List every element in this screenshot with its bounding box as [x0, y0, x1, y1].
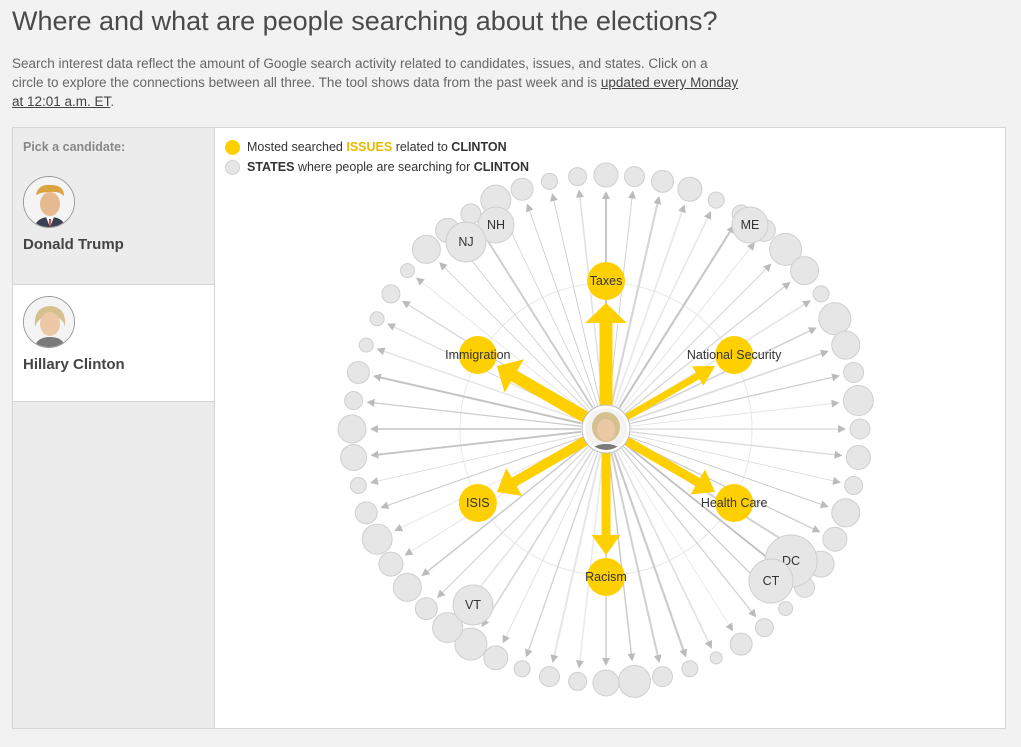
state-circle[interactable] — [842, 385, 874, 417]
state-circle[interactable] — [790, 256, 820, 286]
issue-arrow — [622, 436, 716, 495]
state-circle[interactable] — [652, 666, 674, 688]
state-circle[interactable] — [411, 234, 441, 264]
state-circle[interactable] — [568, 671, 588, 691]
issue-arrow — [591, 451, 621, 555]
state-circle[interactable] — [349, 477, 367, 495]
state-circle[interactable] — [344, 391, 364, 411]
state-circle[interactable] — [707, 191, 725, 209]
state-circle[interactable] — [538, 666, 560, 688]
state-arrow — [366, 398, 582, 427]
explorer-panel: Pick a candidate: Donald Trump Hillary C… — [12, 127, 1006, 729]
state-circle[interactable] — [778, 601, 794, 617]
state-circle[interactable] — [540, 172, 558, 190]
state-arrow — [439, 262, 589, 412]
state-circle[interactable] — [843, 361, 865, 383]
state-arrow — [630, 431, 843, 459]
state-circle[interactable] — [358, 337, 374, 353]
issue-label: Racism — [585, 570, 627, 584]
state-arrow — [630, 399, 840, 427]
state-arrow — [550, 453, 602, 663]
state-circle[interactable] — [381, 284, 401, 304]
state-circle[interactable] — [831, 330, 861, 360]
state-circle[interactable] — [568, 167, 588, 187]
state-arrow — [618, 224, 735, 409]
state-arrow — [618, 449, 734, 632]
issue-label: Immigration — [445, 348, 510, 362]
state-circle[interactable] — [378, 551, 404, 577]
state-circle[interactable] — [822, 526, 848, 552]
state-circle[interactable] — [617, 664, 651, 698]
state-circle[interactable] — [812, 285, 830, 303]
state-label: CT — [763, 574, 780, 588]
state-circle[interactable] — [460, 203, 482, 225]
state-circle[interactable] — [414, 597, 438, 621]
state-circle[interactable] — [844, 476, 864, 496]
state-circle[interactable] — [623, 166, 645, 188]
state-label: NJ — [458, 235, 473, 249]
page-title: Where and what are people searching abou… — [12, 6, 718, 36]
state-circle[interactable] — [510, 177, 534, 201]
state-circle[interactable] — [831, 498, 861, 528]
issue-label: ISIS — [466, 496, 490, 510]
issue-label: Taxes — [590, 274, 623, 288]
state-label: VT — [465, 598, 481, 612]
state-label: NH — [487, 218, 505, 232]
state-circle[interactable] — [369, 311, 385, 327]
issue-label: National Security — [687, 348, 782, 362]
issue-arrow — [623, 366, 716, 421]
state-arrow — [608, 453, 636, 662]
state-circle[interactable] — [729, 632, 753, 656]
state-circle[interactable] — [849, 418, 871, 440]
state-circle[interactable] — [593, 162, 619, 188]
state-circle[interactable] — [337, 414, 367, 444]
issue-arrow — [585, 303, 627, 407]
state-circle[interactable] — [399, 263, 415, 279]
state-circle[interactable] — [354, 501, 378, 525]
state-circle[interactable] — [361, 523, 393, 555]
state-arrow — [370, 430, 582, 459]
issue-label: Health Care — [701, 496, 768, 510]
state-arrow — [623, 263, 772, 412]
state-arrow — [481, 449, 594, 628]
state-circle[interactable] — [340, 443, 368, 471]
state-arrow — [437, 446, 589, 598]
state-circle[interactable] — [651, 169, 675, 193]
page-description: Search interest data reflect the amount … — [12, 56, 739, 109]
state-circle[interactable] — [818, 302, 852, 336]
state-circle[interactable] — [346, 360, 370, 384]
state-circle[interactable] — [392, 572, 422, 602]
state-circle[interactable] — [513, 660, 531, 678]
state-circle[interactable] — [677, 176, 703, 202]
state-circle[interactable] — [681, 660, 699, 678]
state-circle[interactable] — [483, 645, 509, 671]
center-avatar-face — [597, 419, 615, 441]
state-circle[interactable] — [754, 618, 774, 638]
state-label: ME — [741, 218, 760, 232]
state-circle[interactable] — [709, 651, 723, 665]
state-arrow — [478, 225, 594, 409]
network-graph: NHNJMEDCCTVTTaxesNational SecurityHealth… — [337, 162, 874, 698]
state-arrow — [550, 193, 601, 405]
state-circle[interactable] — [592, 669, 620, 697]
state-circle[interactable] — [845, 444, 871, 470]
